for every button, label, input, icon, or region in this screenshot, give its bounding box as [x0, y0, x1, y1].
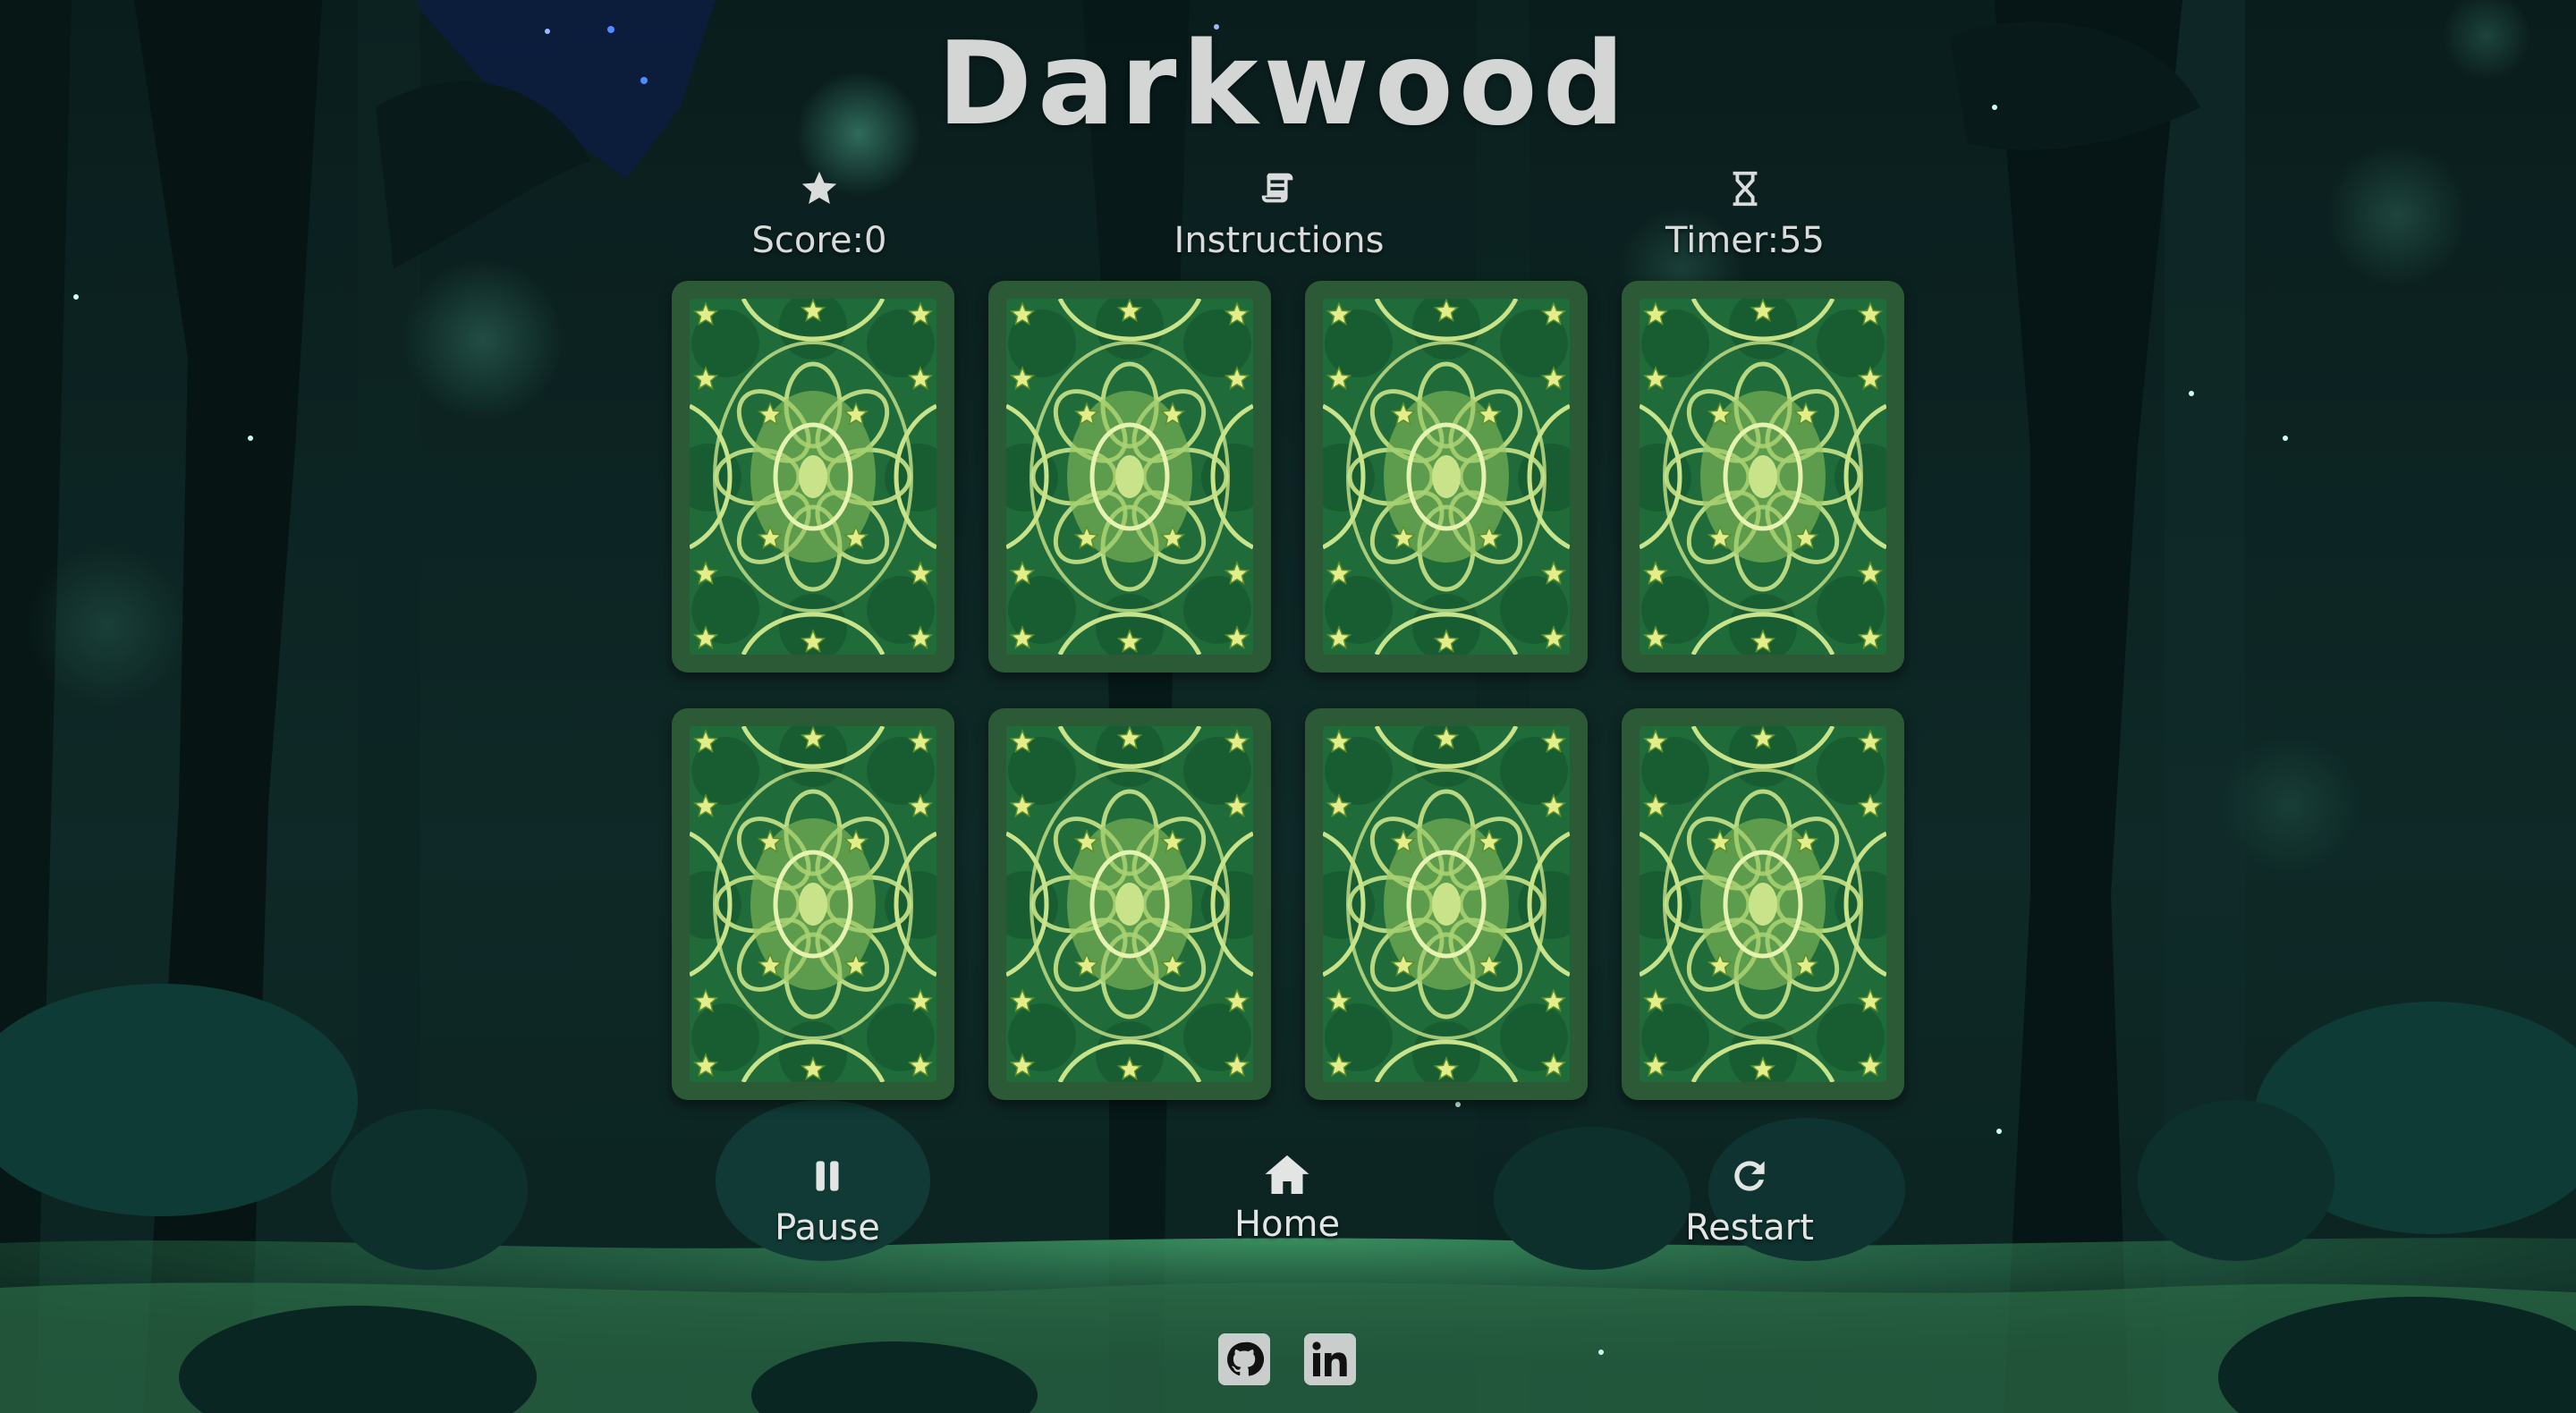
- home-label: Home: [1233, 1204, 1341, 1245]
- card[interactable]: [1305, 281, 1588, 673]
- card[interactable]: [988, 281, 1271, 673]
- score-display: Score:0: [685, 168, 953, 261]
- card-back: [690, 299, 936, 655]
- timer-label: Timer:: [1665, 220, 1780, 261]
- card[interactable]: [672, 281, 954, 673]
- home-icon: [1180, 1150, 1394, 1198]
- github-link[interactable]: [1218, 1333, 1270, 1385]
- linkedin-link[interactable]: [1304, 1333, 1356, 1385]
- card-back: [1323, 299, 1570, 655]
- home-button[interactable]: Home: [1180, 1150, 1394, 1245]
- score-label: Score:: [751, 220, 865, 261]
- card-back: [1640, 726, 1886, 1082]
- pause-button[interactable]: Pause: [720, 1154, 935, 1248]
- game-title-text: Darkwood: [936, 18, 1631, 151]
- github-icon: [1218, 1333, 1270, 1385]
- card-back: [1640, 299, 1886, 655]
- timer-value: 55: [1779, 220, 1825, 261]
- instructions-label: Instructions: [1174, 220, 1385, 261]
- card-back: [1323, 726, 1570, 1082]
- restart-button[interactable]: Restart: [1642, 1154, 1857, 1248]
- card[interactable]: [1622, 708, 1904, 1100]
- instructions-button[interactable]: Instructions: [1145, 168, 1413, 261]
- pause-icon: [720, 1154, 935, 1202]
- star-icon: [685, 168, 953, 211]
- card[interactable]: [1622, 281, 1904, 673]
- score-text: Score:0: [752, 220, 887, 261]
- card[interactable]: [1305, 708, 1588, 1100]
- card-back: [690, 726, 936, 1082]
- linkedin-icon: [1304, 1333, 1356, 1385]
- game-title: Darkwood: [0, 18, 2576, 151]
- hourglass-icon: [1611, 168, 1879, 211]
- timer-display: Timer:55: [1611, 168, 1879, 261]
- pause-label: Pause: [775, 1207, 880, 1248]
- score-value: 0: [864, 220, 887, 261]
- timer-text: Timer:55: [1665, 220, 1825, 261]
- scroll-icon: [1145, 168, 1413, 211]
- card-back: [1006, 299, 1253, 655]
- card-back: [1006, 726, 1253, 1082]
- card[interactable]: [988, 708, 1271, 1100]
- restart-label: Restart: [1685, 1207, 1814, 1248]
- restart-icon: [1642, 1154, 1857, 1202]
- card[interactable]: [672, 708, 954, 1100]
